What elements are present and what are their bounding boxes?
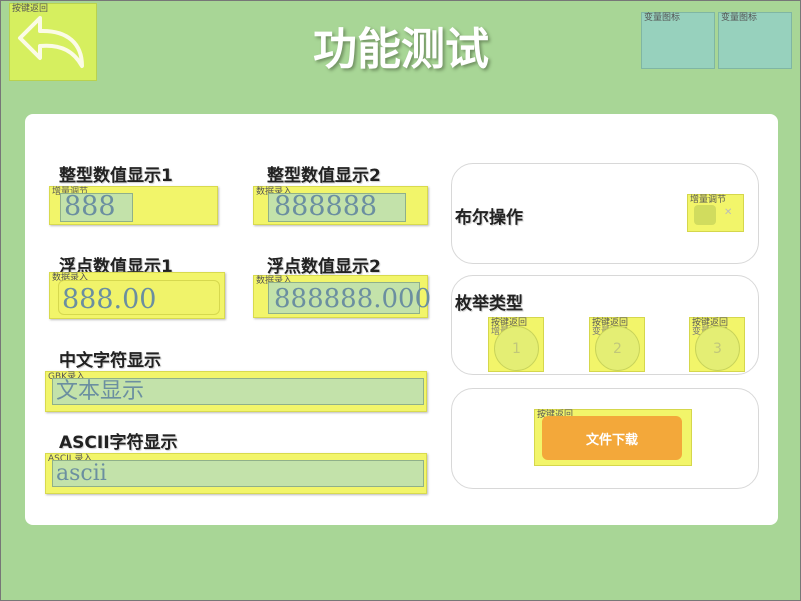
back-button[interactable]: 按键返回 — [9, 3, 97, 81]
variable-icon-2: 变量图标 — [718, 12, 792, 69]
download-button[interactable]: 按键返回 文件下载 — [534, 409, 692, 466]
variable-icon-tag: 变量图标 — [644, 13, 681, 23]
enum-label: 枚举类型 — [455, 294, 523, 314]
enum-circle-2: 2 — [595, 326, 640, 371]
chinese-field[interactable]: GBK录入 文本显示 — [45, 371, 427, 412]
bool-toggle[interactable]: 增量调节 ✕ — [687, 194, 744, 232]
bool-tag: 增量调节 — [690, 195, 727, 205]
bool-label: 布尔操作 — [455, 208, 523, 228]
enum-button-1[interactable]: 按键返回 增量调 1 — [488, 317, 544, 372]
int1-field[interactable]: 增量调节 888 — [49, 186, 218, 225]
toggle-x-icon: ✕ — [724, 207, 733, 218]
float1-value: 888.00 — [62, 284, 157, 315]
toggle-knob-icon — [694, 205, 716, 225]
int2-label: 整型数值显示2 — [267, 166, 381, 186]
int2-field[interactable]: 数据录入 888888 — [253, 186, 428, 225]
download-label: 文件下载 — [542, 416, 682, 460]
ascii-input-box — [52, 460, 424, 487]
ascii-field[interactable]: ASCII 录入 ascii — [45, 453, 427, 494]
float2-label: 浮点数值显示2 — [267, 257, 381, 277]
int1-label: 整型数值显示1 — [59, 166, 173, 186]
variable-icon-tag: 变量图标 — [721, 13, 758, 23]
enum-button-3[interactable]: 按键返回 变量图标 3 — [689, 317, 745, 372]
ascii-label: ASCII字符显示 — [59, 433, 178, 453]
ascii-value: ascii — [56, 461, 107, 486]
chinese-label: 中文字符显示 — [59, 351, 161, 371]
int1-value: 888 — [64, 191, 116, 222]
back-arrow-icon — [18, 16, 84, 68]
page-title: 功能测试 — [313, 24, 489, 75]
float2-value: 888888.000 — [274, 284, 432, 314]
chinese-value: 文本显示 — [56, 379, 145, 404]
int2-value: 888888 — [274, 191, 378, 222]
enum-button-2[interactable]: 按键返回 变量图标 2 — [589, 317, 645, 372]
float2-field[interactable]: 数据录入 888888.000 — [253, 275, 432, 318]
enum-circle-3: 3 — [695, 326, 740, 371]
float1-field[interactable]: 数据录入 888.00 — [49, 272, 225, 319]
variable-icon-1: 变量图标 — [641, 12, 715, 69]
enum-circle-1: 1 — [494, 326, 539, 371]
